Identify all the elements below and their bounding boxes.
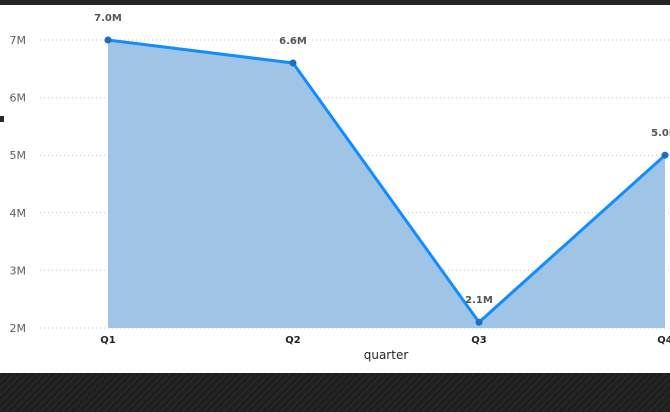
y-tick-label: 6M — [10, 92, 27, 105]
data-point-marker[interactable] — [661, 151, 669, 159]
x-tick-label: Q4 — [657, 335, 670, 346]
x-axis-title: quarter — [364, 348, 409, 362]
data-label: 7.0M — [94, 13, 122, 24]
area-layer — [106, 38, 667, 328]
data-label: 6.6M — [279, 36, 307, 47]
data-label: 2.1M — [465, 295, 493, 306]
data-label: 5.0M — [651, 128, 670, 139]
y-tick-label: 2M — [10, 322, 27, 335]
x-tick-label: Q2 — [285, 335, 301, 346]
x-tick-label: Q1 — [100, 335, 116, 346]
y-tick-label: 3M — [10, 264, 27, 277]
x-axis: Q1 Q2 Q3 Q4 — [100, 335, 670, 346]
data-point-marker[interactable] — [289, 59, 297, 67]
area-fill — [108, 40, 665, 328]
data-point-marker[interactable] — [104, 36, 112, 44]
y-axis: 2M 3M 4M 5M 6M 7M — [10, 34, 27, 335]
y-tick-label: 4M — [10, 207, 27, 220]
x-tick-label: Q3 — [471, 335, 487, 346]
y-tick-label: 5M — [10, 149, 27, 162]
data-point-marker[interactable] — [475, 318, 483, 326]
area-chart: 2M 3M 4M 5M 6M 7M Q1 Q2 Q3 Q4 7.0M 6.6M 2.1M 5.0M q… — [10, 13, 670, 362]
y-tick-label: 7M — [10, 34, 27, 47]
